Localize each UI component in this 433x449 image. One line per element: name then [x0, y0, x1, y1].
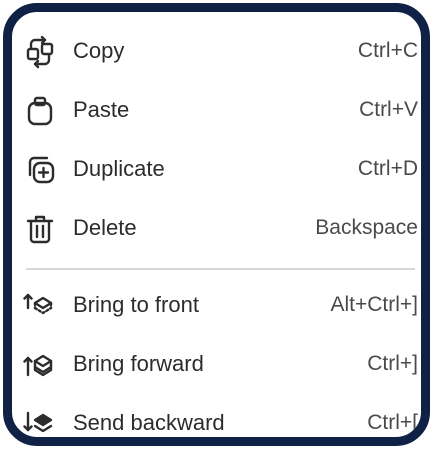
menu-item-bring-to-front-label: Bring to front [73, 292, 199, 317]
menu-item-bring-forward[interactable]: Bring forward Ctrl+] [12, 339, 421, 389]
menu-item-delete[interactable]: Delete Backspace [12, 203, 421, 253]
menu-item-duplicate[interactable]: Duplicate Ctrl+D [12, 144, 421, 194]
menu-item-delete-shortcut: Backspace [315, 216, 418, 239]
menu-item-send-backward-shortcut: Ctrl+[ [367, 411, 418, 434]
menu-item-bring-to-front[interactable]: Bring to front Alt+Ctrl+] [12, 280, 421, 330]
send-backward-icon [23, 407, 57, 437]
menu-item-send-backward-label: Send backward [73, 410, 225, 435]
paste-icon [23, 94, 57, 128]
menu-item-duplicate-shortcut: Ctrl+D [357, 157, 418, 180]
trash-icon [23, 212, 57, 246]
bring-forward-icon [23, 348, 57, 382]
copy-icon [23, 35, 57, 69]
menu-item-paste-shortcut: Ctrl+V [359, 98, 418, 121]
menu-item-send-backward[interactable]: Send backward Ctrl+[ [12, 398, 421, 437]
menu-item-bring-forward-label: Bring forward [73, 351, 204, 376]
menu-divider [26, 268, 415, 270]
bring-to-front-icon [23, 289, 57, 323]
duplicate-icon [23, 153, 57, 187]
menu-item-delete-label: Delete [73, 215, 137, 240]
menu-item-duplicate-label: Duplicate [73, 156, 165, 181]
menu-item-copy-shortcut: Ctrl+C [357, 39, 418, 62]
menu-item-paste[interactable]: Paste Ctrl+V [12, 85, 421, 135]
menu-item-bring-forward-shortcut: Ctrl+] [367, 352, 418, 375]
menu-item-bring-to-front-shortcut: Alt+Ctrl+] [330, 293, 418, 316]
menu-item-copy[interactable]: Copy Ctrl+C [12, 26, 421, 76]
context-menu: Copy Ctrl+C Paste Ctrl+V Duplicate Ctrl+… [12, 12, 421, 437]
context-menu-frame: Copy Ctrl+C Paste Ctrl+V Duplicate Ctrl+… [3, 3, 430, 446]
menu-item-copy-label: Copy [73, 38, 125, 63]
menu-item-paste-label: Paste [73, 97, 130, 122]
